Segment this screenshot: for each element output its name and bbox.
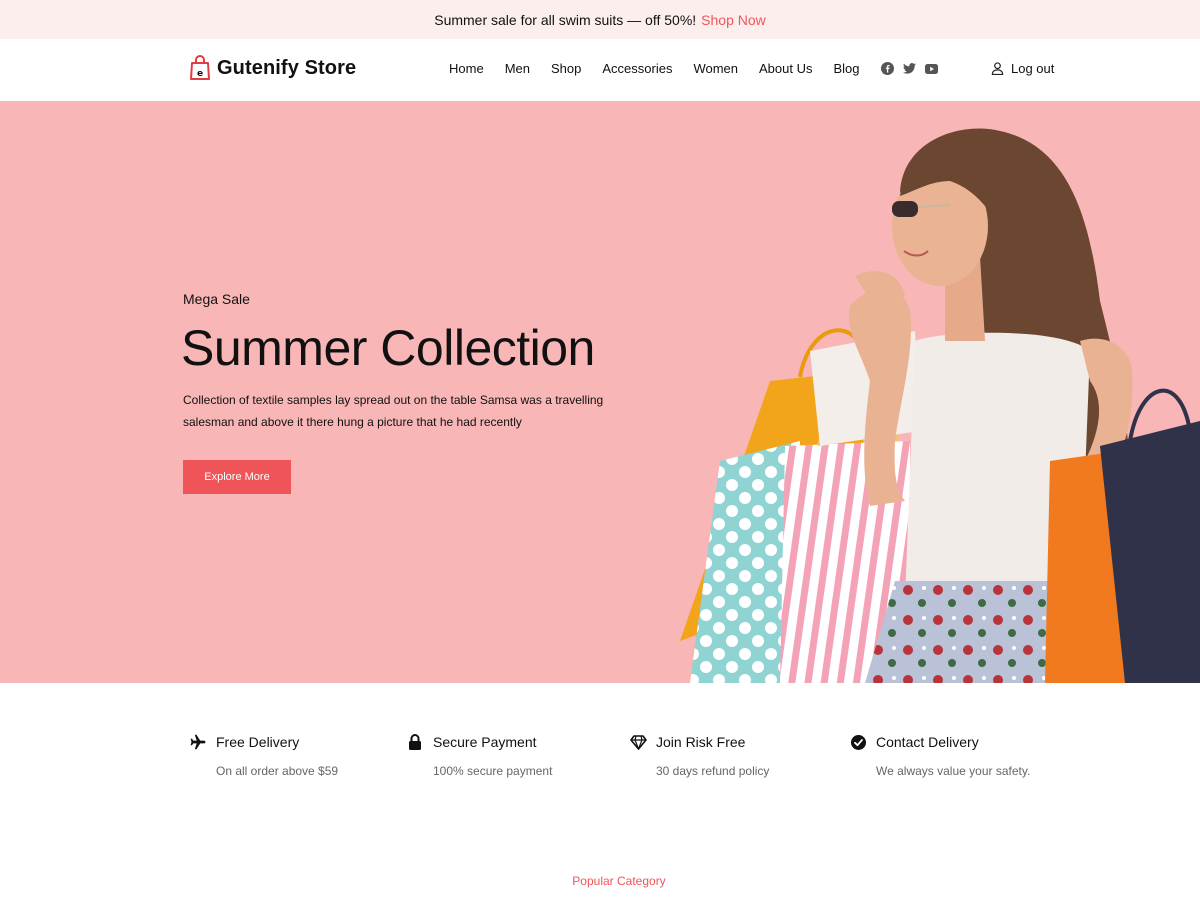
nav-about-us[interactable]: About Us xyxy=(759,61,812,76)
hero-title: Summer Collection xyxy=(181,320,595,376)
feature-title: Secure Payment xyxy=(433,734,537,750)
features-strip: Free Delivery On all order above $59 Sec… xyxy=(0,683,1200,833)
brand-name: Gutenify Store xyxy=(217,56,357,79)
feature-subtitle: On all order above $59 xyxy=(216,764,339,778)
feature-subtitle: We always value your safety. xyxy=(876,764,1031,778)
nav-accessories[interactable]: Accessories xyxy=(602,61,672,76)
twitter-icon[interactable] xyxy=(902,62,916,75)
airplane-icon xyxy=(189,733,207,751)
hero-eyebrow: Mega Sale xyxy=(183,291,250,307)
logout-label: Log out xyxy=(1011,61,1055,76)
feature-contact-delivery: Contact Delivery We always value your sa… xyxy=(849,733,1030,778)
facebook-icon[interactable] xyxy=(880,62,894,75)
nav-women[interactable]: Women xyxy=(693,61,738,76)
shopping-bag-icon: e xyxy=(190,55,210,80)
main-nav: Home Men Shop Accessories Women About Us… xyxy=(449,61,947,76)
explore-more-button[interactable]: Explore More xyxy=(183,460,291,494)
hero-banner: Mega Sale Summer Collection Collection o… xyxy=(0,101,1200,683)
hero-image xyxy=(680,128,1200,683)
feature-secure-payment: Secure Payment 100% secure payment xyxy=(406,733,552,778)
logout-link[interactable]: Log out xyxy=(991,61,1054,76)
feature-subtitle: 100% secure payment xyxy=(433,764,553,778)
promo-bar: Summer sale for all swim suits — off 50%… xyxy=(0,0,1200,39)
popular-category-label: Popular Category xyxy=(572,874,666,888)
shop-now-link[interactable]: Shop Now xyxy=(701,12,766,28)
site-header: e Gutenify Store Home Men Shop Accessori… xyxy=(0,39,1200,101)
feature-title: Join Risk Free xyxy=(656,734,746,750)
nav-blog[interactable]: Blog xyxy=(833,61,859,76)
brand-logo[interactable]: e Gutenify Store xyxy=(189,55,356,81)
social-links xyxy=(880,62,947,75)
hero-description: Collection of textile samples lay spread… xyxy=(183,393,604,429)
lock-icon xyxy=(406,733,424,751)
diamond-icon xyxy=(629,733,647,751)
nav-home[interactable]: Home xyxy=(449,61,484,76)
feature-free-delivery: Free Delivery On all order above $59 xyxy=(189,733,338,778)
youtube-icon[interactable] xyxy=(924,62,938,75)
feature-title: Contact Delivery xyxy=(876,734,979,750)
feature-subtitle: 30 days refund policy xyxy=(656,764,770,778)
svg-text:e: e xyxy=(197,69,203,79)
check-circle-icon xyxy=(849,733,867,751)
feature-join-risk-free: Join Risk Free 30 days refund policy xyxy=(629,733,769,778)
user-icon xyxy=(991,62,1004,75)
nav-men[interactable]: Men xyxy=(505,61,530,76)
feature-title: Free Delivery xyxy=(216,734,300,750)
promo-text: Summer sale for all swim suits — off 50%… xyxy=(434,11,697,28)
nav-shop[interactable]: Shop xyxy=(551,61,581,76)
